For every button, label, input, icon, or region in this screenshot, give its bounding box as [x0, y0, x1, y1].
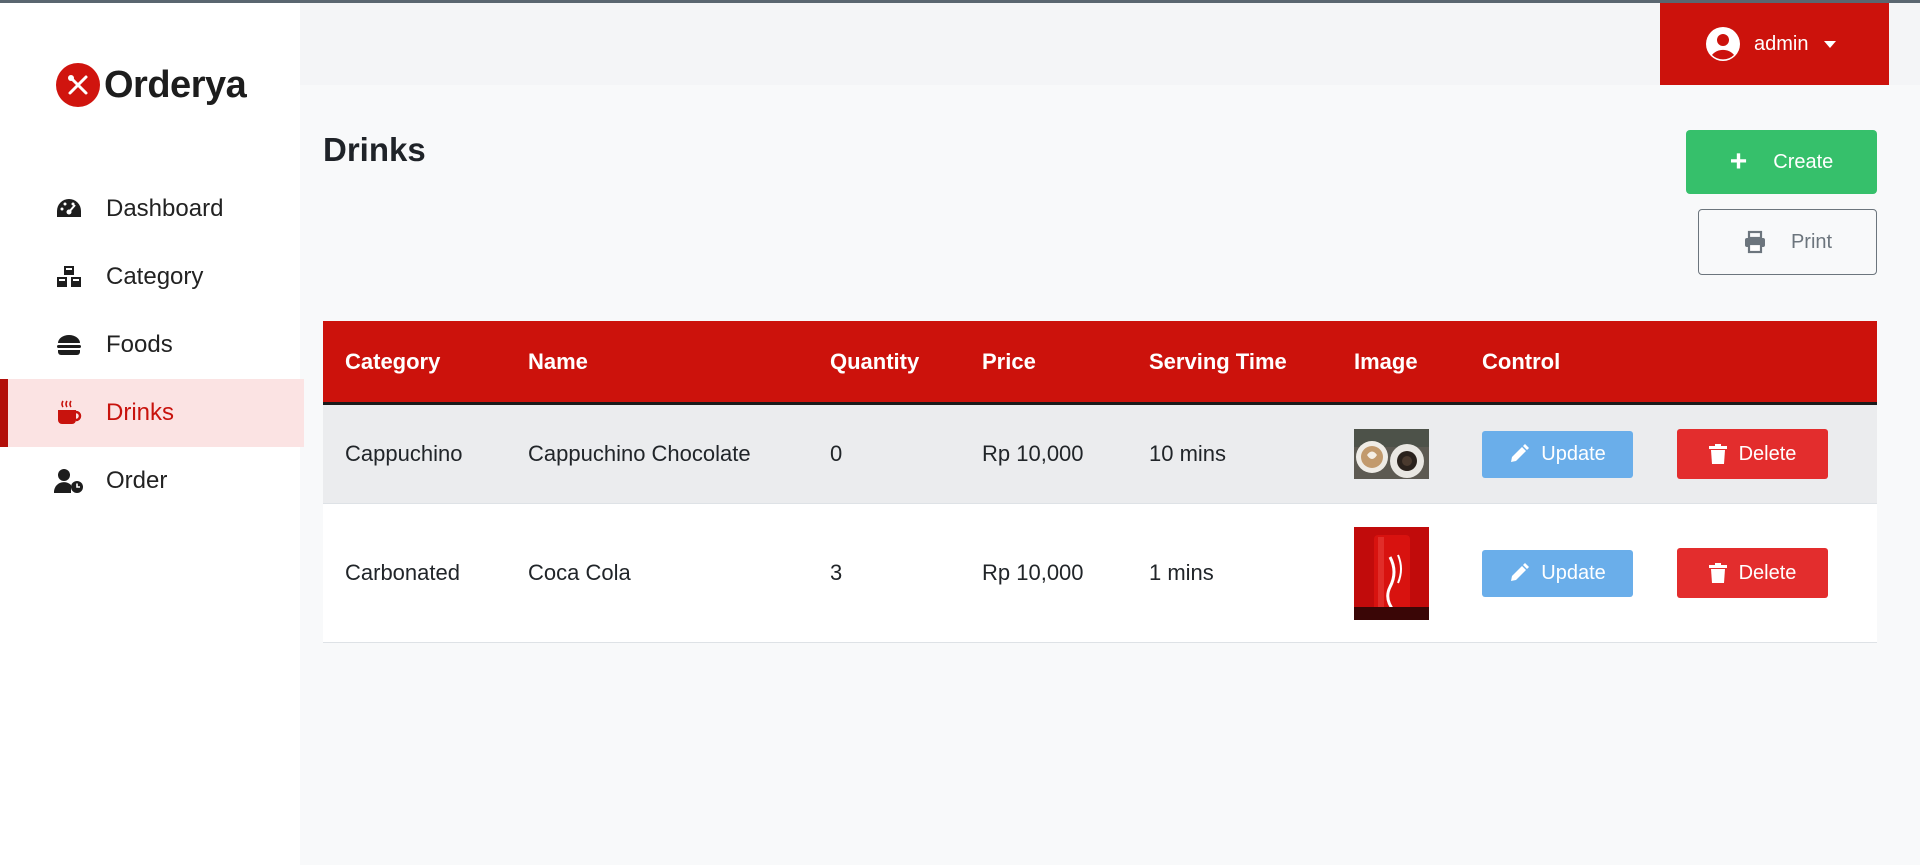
cell-price: Rp 10,000 [982, 441, 1084, 466]
sidebar-item-dashboard[interactable]: Dashboard [0, 175, 304, 243]
column-header-control: Control [1482, 348, 1561, 374]
plus-icon: + [1729, 145, 1748, 178]
gauge-icon [54, 194, 84, 224]
logo-text: Orderya [104, 63, 247, 106]
pencil-icon [1511, 563, 1530, 581]
logo-utensils-icon [56, 63, 100, 107]
trash-icon [1708, 563, 1727, 583]
sidebar-item-category[interactable]: Category [0, 243, 304, 311]
user-name: admin [1754, 32, 1809, 55]
sidebar-item-label: Drinks [106, 399, 175, 426]
app-logo[interactable]: Orderya [56, 63, 247, 107]
print-button[interactable]: Print [1698, 209, 1877, 275]
table-row: Carbonated Coca Cola 3 Rp 10,000 1 mins … [323, 504, 1877, 643]
sidebar-nav: Dashboard Category Foods Drinks Order [0, 175, 304, 515]
mug-hot-icon [54, 398, 84, 428]
printer-icon [1743, 230, 1767, 254]
cell-category: Cappuchino [345, 441, 463, 466]
column-header-image: Image [1354, 348, 1418, 374]
delete-button-label: Delete [1738, 561, 1797, 584]
column-header-serving-time: Serving Time [1149, 348, 1287, 374]
delete-button[interactable]: Delete [1677, 429, 1828, 479]
update-button[interactable]: Update [1482, 549, 1633, 597]
burger-icon [54, 330, 84, 360]
drinks-table: Category Name Quantity Price Serving Tim… [323, 321, 1877, 643]
sidebar-item-label: Order [106, 467, 168, 494]
cell-quantity: 0 [830, 441, 843, 466]
cell-serving-time: 10 mins [1149, 441, 1227, 466]
caret-down-icon [1824, 40, 1837, 48]
create-button[interactable]: + Create [1686, 130, 1877, 194]
cubes-icon [54, 262, 84, 292]
update-button-label: Update [1541, 442, 1606, 465]
user-menu-dropdown[interactable]: admin [1660, 3, 1889, 85]
table-header-row: Category Name Quantity Price Serving Tim… [323, 321, 1877, 405]
sidebar-item-foods[interactable]: Foods [0, 311, 304, 379]
sidebar-item-label: Category [106, 263, 204, 290]
delete-button-label: Delete [1738, 442, 1797, 465]
sidebar-item-label: Dashboard [106, 195, 224, 222]
sidebar: Orderya Dashboard Category Foods Drinks [0, 3, 304, 865]
update-button-label: Update [1541, 561, 1606, 584]
sidebar-item-order[interactable]: Order [0, 447, 304, 515]
column-header-name: Name [528, 348, 588, 374]
cell-category: Carbonated [345, 560, 460, 585]
column-header-category: Category [345, 348, 441, 374]
pencil-icon [1511, 444, 1530, 462]
column-header-price: Price [982, 348, 1036, 374]
table-row: Cappuchino Cappuchino Chocolate 0 Rp 10,… [323, 405, 1877, 504]
user-clock-icon [54, 466, 84, 496]
cell-quantity: 3 [830, 560, 843, 585]
create-button-label: Create [1773, 150, 1834, 173]
delete-button[interactable]: Delete [1677, 548, 1828, 598]
drink-thumbnail-coca-cola [1354, 526, 1429, 620]
cell-price: Rp 10,000 [982, 560, 1084, 585]
print-button-label: Print [1790, 230, 1833, 253]
trash-icon [1708, 444, 1727, 464]
drink-thumbnail-cappuchino [1354, 429, 1429, 479]
column-header-quantity: Quantity [830, 348, 920, 374]
update-button[interactable]: Update [1482, 430, 1633, 478]
sidebar-item-label: Foods [106, 331, 173, 358]
cell-name: Coca Cola [528, 560, 631, 585]
sidebar-item-drinks[interactable]: Drinks [0, 379, 304, 447]
page-title: Drinks [323, 131, 426, 168]
user-circle-icon [1706, 27, 1740, 61]
cell-name: Cappuchino Chocolate [528, 441, 751, 466]
cell-serving-time: 1 mins [1149, 560, 1214, 585]
